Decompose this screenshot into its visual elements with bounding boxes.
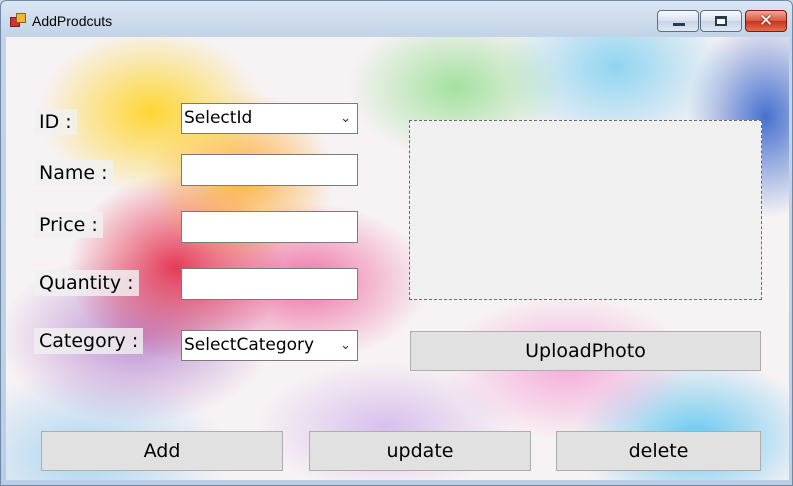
id-label: ID : xyxy=(34,109,77,135)
price-label: Price : xyxy=(34,212,103,238)
close-icon: ✕ xyxy=(758,11,774,31)
add-button[interactable]: Add xyxy=(41,431,283,471)
upload-photo-button[interactable]: UploadPhoto xyxy=(410,331,761,371)
product-photo-box[interactable] xyxy=(409,120,762,300)
id-select[interactable]: SelectId ⌄ xyxy=(181,103,358,134)
quantity-label: Quantity : xyxy=(34,270,139,296)
close-button[interactable]: ✕ xyxy=(745,10,787,32)
app-icon xyxy=(10,13,26,27)
name-input[interactable] xyxy=(181,154,358,186)
quantity-input[interactable] xyxy=(181,268,358,300)
chevron-down-icon: ⌄ xyxy=(340,338,351,353)
name-label: Name : xyxy=(34,160,113,186)
category-select-value: SelectCategory xyxy=(184,335,315,355)
id-select-value: SelectId xyxy=(184,108,253,128)
minimize-button[interactable] xyxy=(657,10,699,32)
app-window: AddProdcuts ✕ ID : Name : Price : Quanti… xyxy=(0,0,793,486)
update-button[interactable]: update xyxy=(309,431,531,471)
maximize-icon xyxy=(715,16,727,26)
maximize-button[interactable] xyxy=(700,10,742,32)
category-select[interactable]: SelectCategory ⌄ xyxy=(181,330,358,361)
chevron-down-icon: ⌄ xyxy=(340,111,351,126)
category-label: Category : xyxy=(34,328,144,354)
price-input[interactable] xyxy=(181,211,358,243)
delete-button[interactable]: delete xyxy=(556,431,761,471)
form-client-area: ID : Name : Price : Quantity : Category … xyxy=(6,37,789,480)
title-bar[interactable]: AddProdcuts ✕ xyxy=(1,1,792,37)
minimize-icon xyxy=(673,23,685,26)
window-title: AddProdcuts xyxy=(32,13,113,29)
